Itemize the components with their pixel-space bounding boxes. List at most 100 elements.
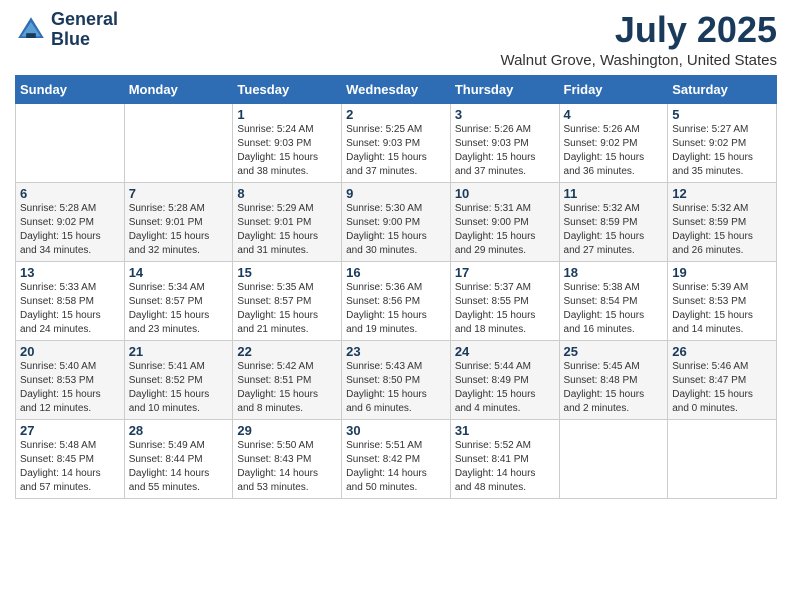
calendar-cell: 7Sunrise: 5:28 AM Sunset: 9:01 PM Daylig… [124, 182, 233, 261]
day-number: 13 [20, 265, 120, 280]
calendar-cell: 5Sunrise: 5:27 AM Sunset: 9:02 PM Daylig… [668, 103, 777, 182]
calendar-week-row: 1Sunrise: 5:24 AM Sunset: 9:03 PM Daylig… [16, 103, 777, 182]
day-number: 11 [564, 186, 664, 201]
day-number: 9 [346, 186, 446, 201]
calendar-cell: 31Sunrise: 5:52 AM Sunset: 8:41 PM Dayli… [450, 419, 559, 498]
calendar-cell: 23Sunrise: 5:43 AM Sunset: 8:50 PM Dayli… [342, 340, 451, 419]
calendar-cell: 29Sunrise: 5:50 AM Sunset: 8:43 PM Dayli… [233, 419, 342, 498]
day-info: Sunrise: 5:40 AM Sunset: 8:53 PM Dayligh… [20, 360, 120, 416]
calendar-cell: 12Sunrise: 5:32 AM Sunset: 8:59 PM Dayli… [668, 182, 777, 261]
day-number: 24 [455, 344, 555, 359]
day-number: 5 [672, 107, 772, 122]
day-info: Sunrise: 5:26 AM Sunset: 9:02 PM Dayligh… [564, 123, 664, 179]
day-number: 15 [237, 265, 337, 280]
day-number: 4 [564, 107, 664, 122]
day-info: Sunrise: 5:50 AM Sunset: 8:43 PM Dayligh… [237, 439, 337, 495]
calendar-cell: 22Sunrise: 5:42 AM Sunset: 8:51 PM Dayli… [233, 340, 342, 419]
day-info: Sunrise: 5:41 AM Sunset: 8:52 PM Dayligh… [129, 360, 229, 416]
calendar-header-thursday: Thursday [450, 75, 559, 103]
calendar-cell: 1Sunrise: 5:24 AM Sunset: 9:03 PM Daylig… [233, 103, 342, 182]
calendar-header-wednesday: Wednesday [342, 75, 451, 103]
day-info: Sunrise: 5:24 AM Sunset: 9:03 PM Dayligh… [237, 123, 337, 179]
day-number: 7 [129, 186, 229, 201]
day-info: Sunrise: 5:30 AM Sunset: 9:00 PM Dayligh… [346, 202, 446, 258]
calendar-cell: 8Sunrise: 5:29 AM Sunset: 9:01 PM Daylig… [233, 182, 342, 261]
day-number: 23 [346, 344, 446, 359]
day-number: 3 [455, 107, 555, 122]
main-title: July 2025 [500, 10, 777, 50]
calendar-cell: 3Sunrise: 5:26 AM Sunset: 9:03 PM Daylig… [450, 103, 559, 182]
logo: General Blue [15, 10, 118, 50]
day-info: Sunrise: 5:29 AM Sunset: 9:01 PM Dayligh… [237, 202, 337, 258]
day-info: Sunrise: 5:34 AM Sunset: 8:57 PM Dayligh… [129, 281, 229, 337]
calendar-cell: 26Sunrise: 5:46 AM Sunset: 8:47 PM Dayli… [668, 340, 777, 419]
day-info: Sunrise: 5:28 AM Sunset: 9:01 PM Dayligh… [129, 202, 229, 258]
day-number: 2 [346, 107, 446, 122]
day-info: Sunrise: 5:33 AM Sunset: 8:58 PM Dayligh… [20, 281, 120, 337]
day-number: 1 [237, 107, 337, 122]
day-number: 16 [346, 265, 446, 280]
day-number: 17 [455, 265, 555, 280]
day-info: Sunrise: 5:52 AM Sunset: 8:41 PM Dayligh… [455, 439, 555, 495]
day-info: Sunrise: 5:49 AM Sunset: 8:44 PM Dayligh… [129, 439, 229, 495]
calendar-cell: 11Sunrise: 5:32 AM Sunset: 8:59 PM Dayli… [559, 182, 668, 261]
day-number: 29 [237, 423, 337, 438]
calendar-cell [124, 103, 233, 182]
calendar-cell: 21Sunrise: 5:41 AM Sunset: 8:52 PM Dayli… [124, 340, 233, 419]
day-info: Sunrise: 5:38 AM Sunset: 8:54 PM Dayligh… [564, 281, 664, 337]
day-number: 10 [455, 186, 555, 201]
day-number: 31 [455, 423, 555, 438]
day-number: 12 [672, 186, 772, 201]
calendar-cell: 18Sunrise: 5:38 AM Sunset: 8:54 PM Dayli… [559, 261, 668, 340]
day-info: Sunrise: 5:36 AM Sunset: 8:56 PM Dayligh… [346, 281, 446, 337]
calendar-header-monday: Monday [124, 75, 233, 103]
day-info: Sunrise: 5:28 AM Sunset: 9:02 PM Dayligh… [20, 202, 120, 258]
day-number: 8 [237, 186, 337, 201]
calendar-week-row: 27Sunrise: 5:48 AM Sunset: 8:45 PM Dayli… [16, 419, 777, 498]
calendar-cell [559, 419, 668, 498]
calendar-cell: 4Sunrise: 5:26 AM Sunset: 9:02 PM Daylig… [559, 103, 668, 182]
calendar-cell [668, 419, 777, 498]
day-number: 6 [20, 186, 120, 201]
calendar-cell: 2Sunrise: 5:25 AM Sunset: 9:03 PM Daylig… [342, 103, 451, 182]
day-number: 25 [564, 344, 664, 359]
logo-line1: General [51, 10, 118, 30]
day-info: Sunrise: 5:31 AM Sunset: 9:00 PM Dayligh… [455, 202, 555, 258]
day-info: Sunrise: 5:32 AM Sunset: 8:59 PM Dayligh… [564, 202, 664, 258]
day-info: Sunrise: 5:25 AM Sunset: 9:03 PM Dayligh… [346, 123, 446, 179]
day-info: Sunrise: 5:39 AM Sunset: 8:53 PM Dayligh… [672, 281, 772, 337]
calendar-cell: 9Sunrise: 5:30 AM Sunset: 9:00 PM Daylig… [342, 182, 451, 261]
day-info: Sunrise: 5:27 AM Sunset: 9:02 PM Dayligh… [672, 123, 772, 179]
day-number: 19 [672, 265, 772, 280]
calendar-cell [16, 103, 125, 182]
calendar-cell: 25Sunrise: 5:45 AM Sunset: 8:48 PM Dayli… [559, 340, 668, 419]
day-number: 18 [564, 265, 664, 280]
day-number: 20 [20, 344, 120, 359]
calendar-cell: 6Sunrise: 5:28 AM Sunset: 9:02 PM Daylig… [16, 182, 125, 261]
page: General Blue July 2025 Walnut Grove, Was… [0, 0, 792, 612]
calendar-week-row: 13Sunrise: 5:33 AM Sunset: 8:58 PM Dayli… [16, 261, 777, 340]
day-info: Sunrise: 5:42 AM Sunset: 8:51 PM Dayligh… [237, 360, 337, 416]
calendar-cell: 20Sunrise: 5:40 AM Sunset: 8:53 PM Dayli… [16, 340, 125, 419]
logo-text: General Blue [51, 10, 118, 50]
calendar-cell: 14Sunrise: 5:34 AM Sunset: 8:57 PM Dayli… [124, 261, 233, 340]
calendar: SundayMondayTuesdayWednesdayThursdayFrid… [15, 75, 777, 499]
calendar-week-row: 6Sunrise: 5:28 AM Sunset: 9:02 PM Daylig… [16, 182, 777, 261]
calendar-header-saturday: Saturday [668, 75, 777, 103]
logo-icon [15, 14, 47, 46]
calendar-week-row: 20Sunrise: 5:40 AM Sunset: 8:53 PM Dayli… [16, 340, 777, 419]
calendar-cell: 10Sunrise: 5:31 AM Sunset: 9:00 PM Dayli… [450, 182, 559, 261]
day-number: 27 [20, 423, 120, 438]
logo-line2: Blue [51, 30, 118, 50]
day-info: Sunrise: 5:46 AM Sunset: 8:47 PM Dayligh… [672, 360, 772, 416]
calendar-cell: 15Sunrise: 5:35 AM Sunset: 8:57 PM Dayli… [233, 261, 342, 340]
day-number: 21 [129, 344, 229, 359]
subtitle: Walnut Grove, Washington, United States [500, 52, 777, 69]
day-info: Sunrise: 5:48 AM Sunset: 8:45 PM Dayligh… [20, 439, 120, 495]
day-number: 30 [346, 423, 446, 438]
day-number: 28 [129, 423, 229, 438]
title-block: July 2025 Walnut Grove, Washington, Unit… [500, 10, 777, 69]
day-info: Sunrise: 5:37 AM Sunset: 8:55 PM Dayligh… [455, 281, 555, 337]
header: General Blue July 2025 Walnut Grove, Was… [15, 10, 777, 69]
day-number: 22 [237, 344, 337, 359]
